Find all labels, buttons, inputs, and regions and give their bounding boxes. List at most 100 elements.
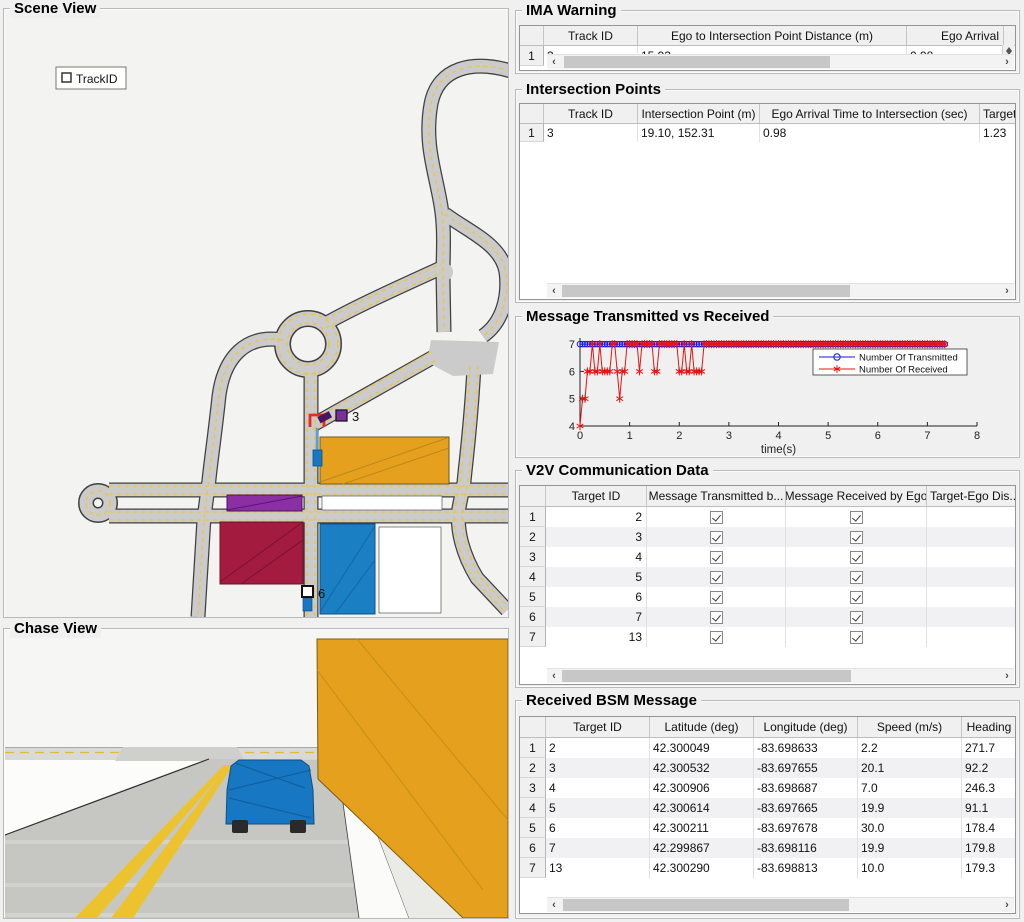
table-cell: 42.300906 [650, 778, 754, 798]
trackid-marker-icon [62, 73, 71, 82]
scene-view-panel: Scene View [3, 8, 509, 618]
scrollbar-thumb[interactable] [562, 285, 850, 297]
checkbox-checked[interactable] [850, 531, 863, 544]
white-building [322, 496, 442, 510]
column-header: Ego Arrival Time to Intersection (sec) [760, 104, 980, 123]
table-cell: 13 [546, 858, 650, 878]
y-tick-label: 7 [569, 339, 575, 351]
row-number: 7 [520, 858, 546, 878]
simulation-window: Scene View [0, 0, 1024, 922]
column-header: Heading [962, 717, 1016, 737]
message-chart-panel: Message Transmitted vs Received 01234567… [515, 316, 1020, 458]
checkbox-checked[interactable] [850, 611, 863, 624]
column-header: Longitude (deg) [754, 717, 858, 737]
table-row: 1242.300049-83.6986332.2271.7 [520, 738, 1015, 758]
horizontal-scrollbar[interactable]: ‹ › [547, 897, 1014, 912]
table-cell: 0.98 [760, 124, 980, 142]
table-cell: -83.697665 [754, 798, 858, 818]
checkbox-checked[interactable] [710, 591, 723, 604]
table-cell [786, 607, 927, 627]
checkbox-checked[interactable] [850, 631, 863, 644]
table-cell: 179.8 [962, 838, 1016, 858]
checkbox-checked[interactable] [710, 631, 723, 644]
table-cell: 3 [546, 758, 650, 778]
table-cell [647, 627, 786, 647]
row-number: 2 [520, 758, 546, 778]
checkbox-checked[interactable] [710, 511, 723, 524]
column-header: Intersection Point (m) [638, 104, 760, 123]
column-header: Target ID [546, 486, 647, 506]
table-cell [647, 587, 786, 607]
table-cell: 20.1 [858, 758, 962, 778]
row-number: 4 [520, 567, 546, 587]
y-tick-label: 6 [569, 366, 575, 378]
table-cell: 2.2 [858, 738, 962, 758]
x-tick-label: 5 [825, 430, 831, 442]
table-cell [647, 527, 786, 547]
table-cell [927, 507, 1016, 527]
row-number: 5 [520, 818, 546, 838]
scrollbar-thumb[interactable] [563, 899, 849, 911]
checkbox-checked[interactable] [710, 571, 723, 584]
checkbox-checked[interactable] [850, 511, 863, 524]
row-number: 2 [520, 527, 546, 547]
table-row: 6742.299867-83.69811619.9179.8 [520, 838, 1015, 858]
table-row: 67 [520, 607, 1015, 627]
track3-label: 3 [352, 409, 359, 424]
table-cell: 92.2 [962, 758, 1016, 778]
checkbox-checked[interactable] [710, 551, 723, 564]
scene-legend[interactable]: TrackID [56, 67, 126, 89]
corner-cell [520, 717, 546, 737]
table-cell: 30.0 [858, 818, 962, 838]
column-header: Track ID [544, 104, 638, 123]
scrollbar-thumb[interactable] [564, 56, 830, 68]
checkbox-checked[interactable] [710, 611, 723, 624]
table-cell: 42.300614 [650, 798, 754, 818]
corner-cell [520, 104, 544, 123]
checkbox-checked[interactable] [850, 551, 863, 564]
table-cell [647, 507, 786, 527]
table-cell [927, 567, 1016, 587]
table-cell: -83.698813 [754, 858, 858, 878]
x-tick-label: 1 [627, 430, 633, 442]
scrollbar-thumb[interactable] [562, 670, 851, 682]
table-row: 56 [520, 587, 1015, 607]
horizontal-scrollbar[interactable]: ‹ › [547, 54, 1014, 69]
table-header-row: Target IDLatitude (deg)Longitude (deg)Sp… [520, 717, 1015, 738]
chase-canvas [5, 630, 508, 918]
table-cell [927, 527, 1016, 547]
table-cell: 271.7 [962, 738, 1016, 758]
table-cell: -83.698116 [754, 838, 858, 858]
y-tick-label: 4 [569, 421, 575, 433]
table-row: 713 [520, 627, 1015, 647]
x-tick-label: 7 [924, 430, 930, 442]
wheel-icon [290, 820, 306, 833]
column-header: Ego to Intersection Point Distance (m) [638, 26, 907, 45]
x-tick-label: 3 [726, 430, 732, 442]
intersection-points-title: Intersection Points [522, 80, 665, 99]
column-header: Target ... [980, 104, 1016, 123]
horizontal-scrollbar[interactable]: ‹ › [547, 668, 1014, 683]
v2v-communication-table: Target IDMessage Transmitted b...Message… [519, 485, 1016, 685]
horizontal-scrollbar[interactable]: ‹ › [547, 283, 1014, 298]
table-cell [786, 567, 927, 587]
intersection-points-table: Track IDIntersection Point (m)Ego Arriva… [519, 103, 1016, 300]
table-cell: 3 [544, 124, 638, 142]
checkbox-checked[interactable] [710, 531, 723, 544]
table-header-row: Target IDMessage Transmitted b...Message… [520, 486, 1015, 507]
table-row: 34 [520, 547, 1015, 567]
table-cell [927, 587, 1016, 607]
row-number: 3 [520, 547, 546, 567]
scroll-right-icon: › [1000, 898, 1014, 912]
table-cell: 2 [546, 738, 650, 758]
scroll-right-icon: › [1000, 55, 1014, 69]
checkbox-checked[interactable] [850, 591, 863, 604]
x-axis-label: time(s) [761, 444, 796, 456]
x-tick-label: 0 [577, 430, 583, 442]
table-cell [927, 607, 1016, 627]
ego-vehicle [313, 450, 322, 466]
table-cell: 10.0 [858, 858, 962, 878]
table-cell: -83.697678 [754, 818, 858, 838]
checkbox-checked[interactable] [850, 571, 863, 584]
legend-entry-label: Number Of Received [859, 365, 948, 376]
